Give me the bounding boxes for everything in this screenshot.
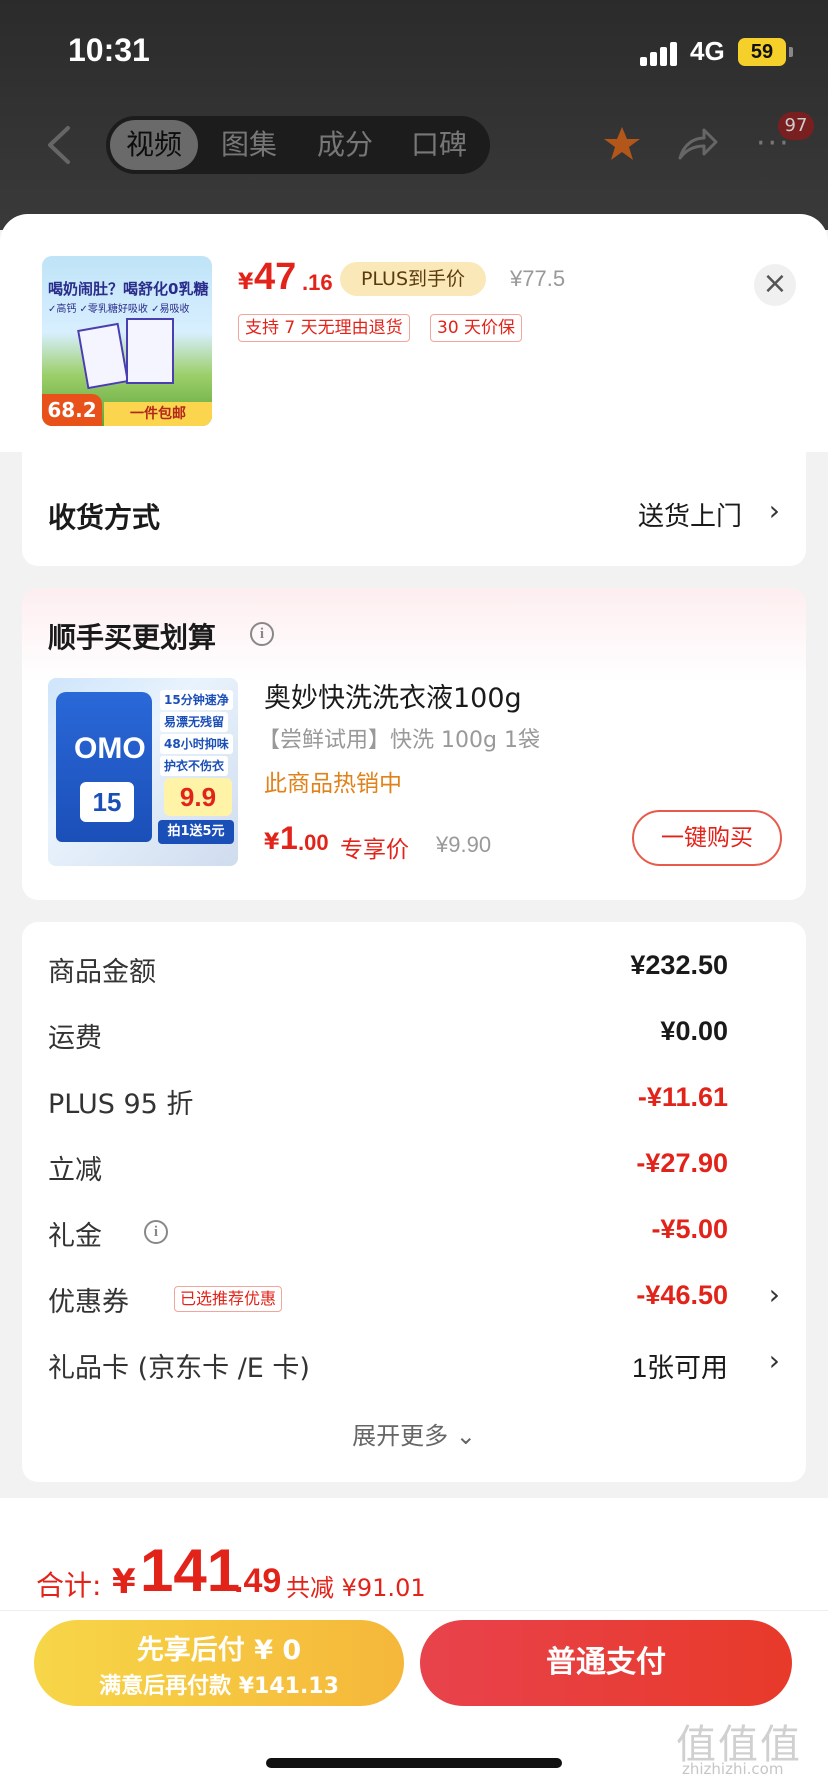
summary-label: 礼金: [48, 1221, 102, 1252]
favorite-star-icon[interactable]: [602, 124, 642, 164]
signal-icon: [640, 40, 680, 66]
share-icon[interactable]: [676, 124, 718, 164]
summary-row-instant-discount: 立减 -¥27.90: [48, 1148, 788, 1188]
chevron-right-icon[interactable]: ›: [769, 1278, 780, 1311]
tab-reviews[interactable]: 口碑: [394, 116, 484, 174]
battery-tip: [789, 47, 793, 57]
upsell-card: 顺手买更划算 i OMO 15 15分钟速净 易漂无残留 48小时抑味 护衣不伤…: [22, 588, 806, 900]
summary-value: 1张可用: [631, 1353, 728, 1383]
one-click-buy-button[interactable]: 一键购买: [632, 810, 782, 866]
delivery-method-label: 收货方式: [48, 501, 161, 534]
detergent-pack-image: OMO 15: [56, 692, 152, 842]
promo-price-badge: 9.9: [164, 778, 232, 816]
close-button[interactable]: ×: [754, 264, 796, 306]
upsell-hot-label: 此商品热销中: [264, 771, 402, 797]
summary-value: -¥27.90: [636, 1148, 728, 1178]
network-label: 4G: [690, 36, 725, 66]
pay-later-line1: 先享后付 ¥ 0: [136, 1635, 302, 1666]
summary-value: -¥5.00: [651, 1214, 728, 1244]
exclusive-price-label: 专享价: [340, 837, 409, 863]
gift-badge: 拍1送5元: [158, 820, 234, 844]
feature-line: 护衣不伤衣: [160, 756, 229, 776]
tab-video[interactable]: 视频: [110, 120, 198, 170]
media-tabs: 视频 图集 成分 口碑: [106, 116, 490, 174]
summary-row-coupon[interactable]: 优惠券 已选推荐优惠 -¥46.50 ›: [48, 1278, 788, 1320]
watermark-url: zhizhizhi.com: [682, 1760, 784, 1778]
original-price: ¥77.5: [510, 266, 566, 291]
thumb-title: 喝奶闹肚？喝舒化0乳糖: [48, 280, 209, 298]
price-decimal: .16: [302, 270, 333, 295]
omo-logo: OMO: [74, 732, 146, 765]
product-header-sheet: 喝奶闹肚？喝舒化0乳糖 ✓高钙 ✓零乳糖好吸收 ✓易吸收 68.2 一件包邮 ¥…: [0, 214, 828, 452]
pay-later-button[interactable]: 先享后付 ¥ 0 满意后再付款 ¥141.13: [34, 1620, 404, 1706]
upsell-product-name[interactable]: 奥妙快洗洗衣液100g: [264, 676, 522, 715]
price-protect-tag: 30 天价保: [430, 314, 523, 342]
summary-value: ¥232.50: [630, 950, 728, 980]
upsell-price-currency: ¥: [264, 830, 280, 855]
total-currency: ¥: [112, 1562, 136, 1602]
milk-box-image: [77, 322, 129, 390]
price-currency: ¥: [238, 270, 254, 295]
milk-box-image: [126, 318, 174, 384]
pay-later-line2: 满意后再付款 ¥141.13: [99, 1674, 339, 1699]
thumb-price: 68.2: [42, 394, 102, 426]
thumb-shipping-label: 一件包邮: [104, 402, 212, 426]
total-saved: 共减 ¥91.01: [286, 1574, 426, 1602]
upsell-original-price: ¥9.90: [436, 832, 492, 857]
plus-price-tag: PLUS到手价: [340, 262, 486, 296]
product-thumbnail[interactable]: 喝奶闹肚？喝舒化0乳糖 ✓高钙 ✓零乳糖好吸收 ✓易吸收 68.2 一件包邮: [42, 256, 212, 426]
summary-label: 礼品卡 (京东卡 /E 卡): [48, 1353, 310, 1384]
summary-label: PLUS 95 折: [48, 1089, 194, 1120]
total-integer: 141: [140, 1537, 241, 1604]
omo-badge: 15: [80, 782, 134, 822]
divider: [0, 1610, 828, 1611]
tab-ingredients[interactable]: 成分: [300, 116, 390, 174]
chevron-right-icon[interactable]: ›: [769, 1344, 780, 1377]
total-decimal: .49: [234, 1562, 282, 1600]
summary-row-gift-card[interactable]: 礼品卡 (京东卡 /E 卡) 1张可用 ›: [48, 1344, 788, 1386]
price-integer: 47: [254, 256, 297, 298]
feature-line: 易漂无残留: [160, 712, 229, 732]
return-policy-tag: 支持 7 天无理由退货: [238, 314, 410, 342]
summary-row-subtotal: 商品金额 ¥232.50: [48, 950, 788, 990]
total-label: 合计:: [36, 1569, 102, 1602]
feature-line: 15分钟速净: [160, 690, 233, 710]
battery-icon: 59: [738, 38, 786, 66]
upsell-product-spec: 【尝鲜试用】快洗 100g 1袋: [258, 728, 540, 753]
upsell-title: 顺手买更划算: [48, 621, 217, 654]
upsell-product-image[interactable]: OMO 15 15分钟速净 易漂无残留 48小时抑味 护衣不伤衣 9.9 拍1送…: [48, 678, 238, 866]
summary-row-shipping: 运费 ¥0.00: [48, 1016, 788, 1056]
summary-label: 商品金额: [48, 957, 156, 988]
coupon-recommended-tag: 已选推荐优惠: [174, 1286, 283, 1312]
summary-row-plus-discount: PLUS 95 折 -¥11.61: [48, 1082, 788, 1122]
tab-gallery[interactable]: 图集: [204, 116, 294, 174]
delivery-method-value[interactable]: 送货上门: [638, 496, 742, 533]
expand-more-button[interactable]: 展开更多 ⌄: [22, 1416, 806, 1451]
home-indicator: [266, 1758, 562, 1768]
feature-line: 48小时抑味: [160, 734, 233, 754]
normal-pay-button[interactable]: 普通支付: [420, 1620, 792, 1706]
upsell-price-integer: 1: [280, 820, 298, 856]
summary-label: 优惠券: [48, 1287, 129, 1318]
summary-value: -¥11.61: [637, 1082, 728, 1112]
back-arrow-icon[interactable]: [40, 122, 80, 168]
upsell-price-decimal: .00: [298, 830, 329, 855]
info-icon[interactable]: i: [250, 622, 274, 646]
summary-value: -¥46.50: [636, 1280, 728, 1310]
summary-value: ¥0.00: [660, 1016, 728, 1046]
chevron-right-icon[interactable]: ›: [769, 494, 780, 527]
status-bar: 10:31 4G 59: [0, 0, 828, 100]
message-count-badge: 97: [778, 112, 814, 140]
order-summary-card: 商品金额 ¥232.50 运费 ¥0.00 PLUS 95 折 -¥11.61 …: [22, 922, 806, 1482]
info-icon[interactable]: i: [144, 1220, 168, 1244]
thumb-subtitle: ✓高钙 ✓零乳糖好吸收 ✓易吸收: [48, 304, 190, 315]
top-nav: 视频 图集 成分 口碑 ··· 97: [0, 110, 828, 180]
summary-label: 运费: [48, 1023, 102, 1054]
status-time: 10:31: [68, 32, 150, 68]
summary-label: 立减: [48, 1155, 102, 1186]
summary-row-gift-money: 礼金 i -¥5.00: [48, 1214, 788, 1254]
